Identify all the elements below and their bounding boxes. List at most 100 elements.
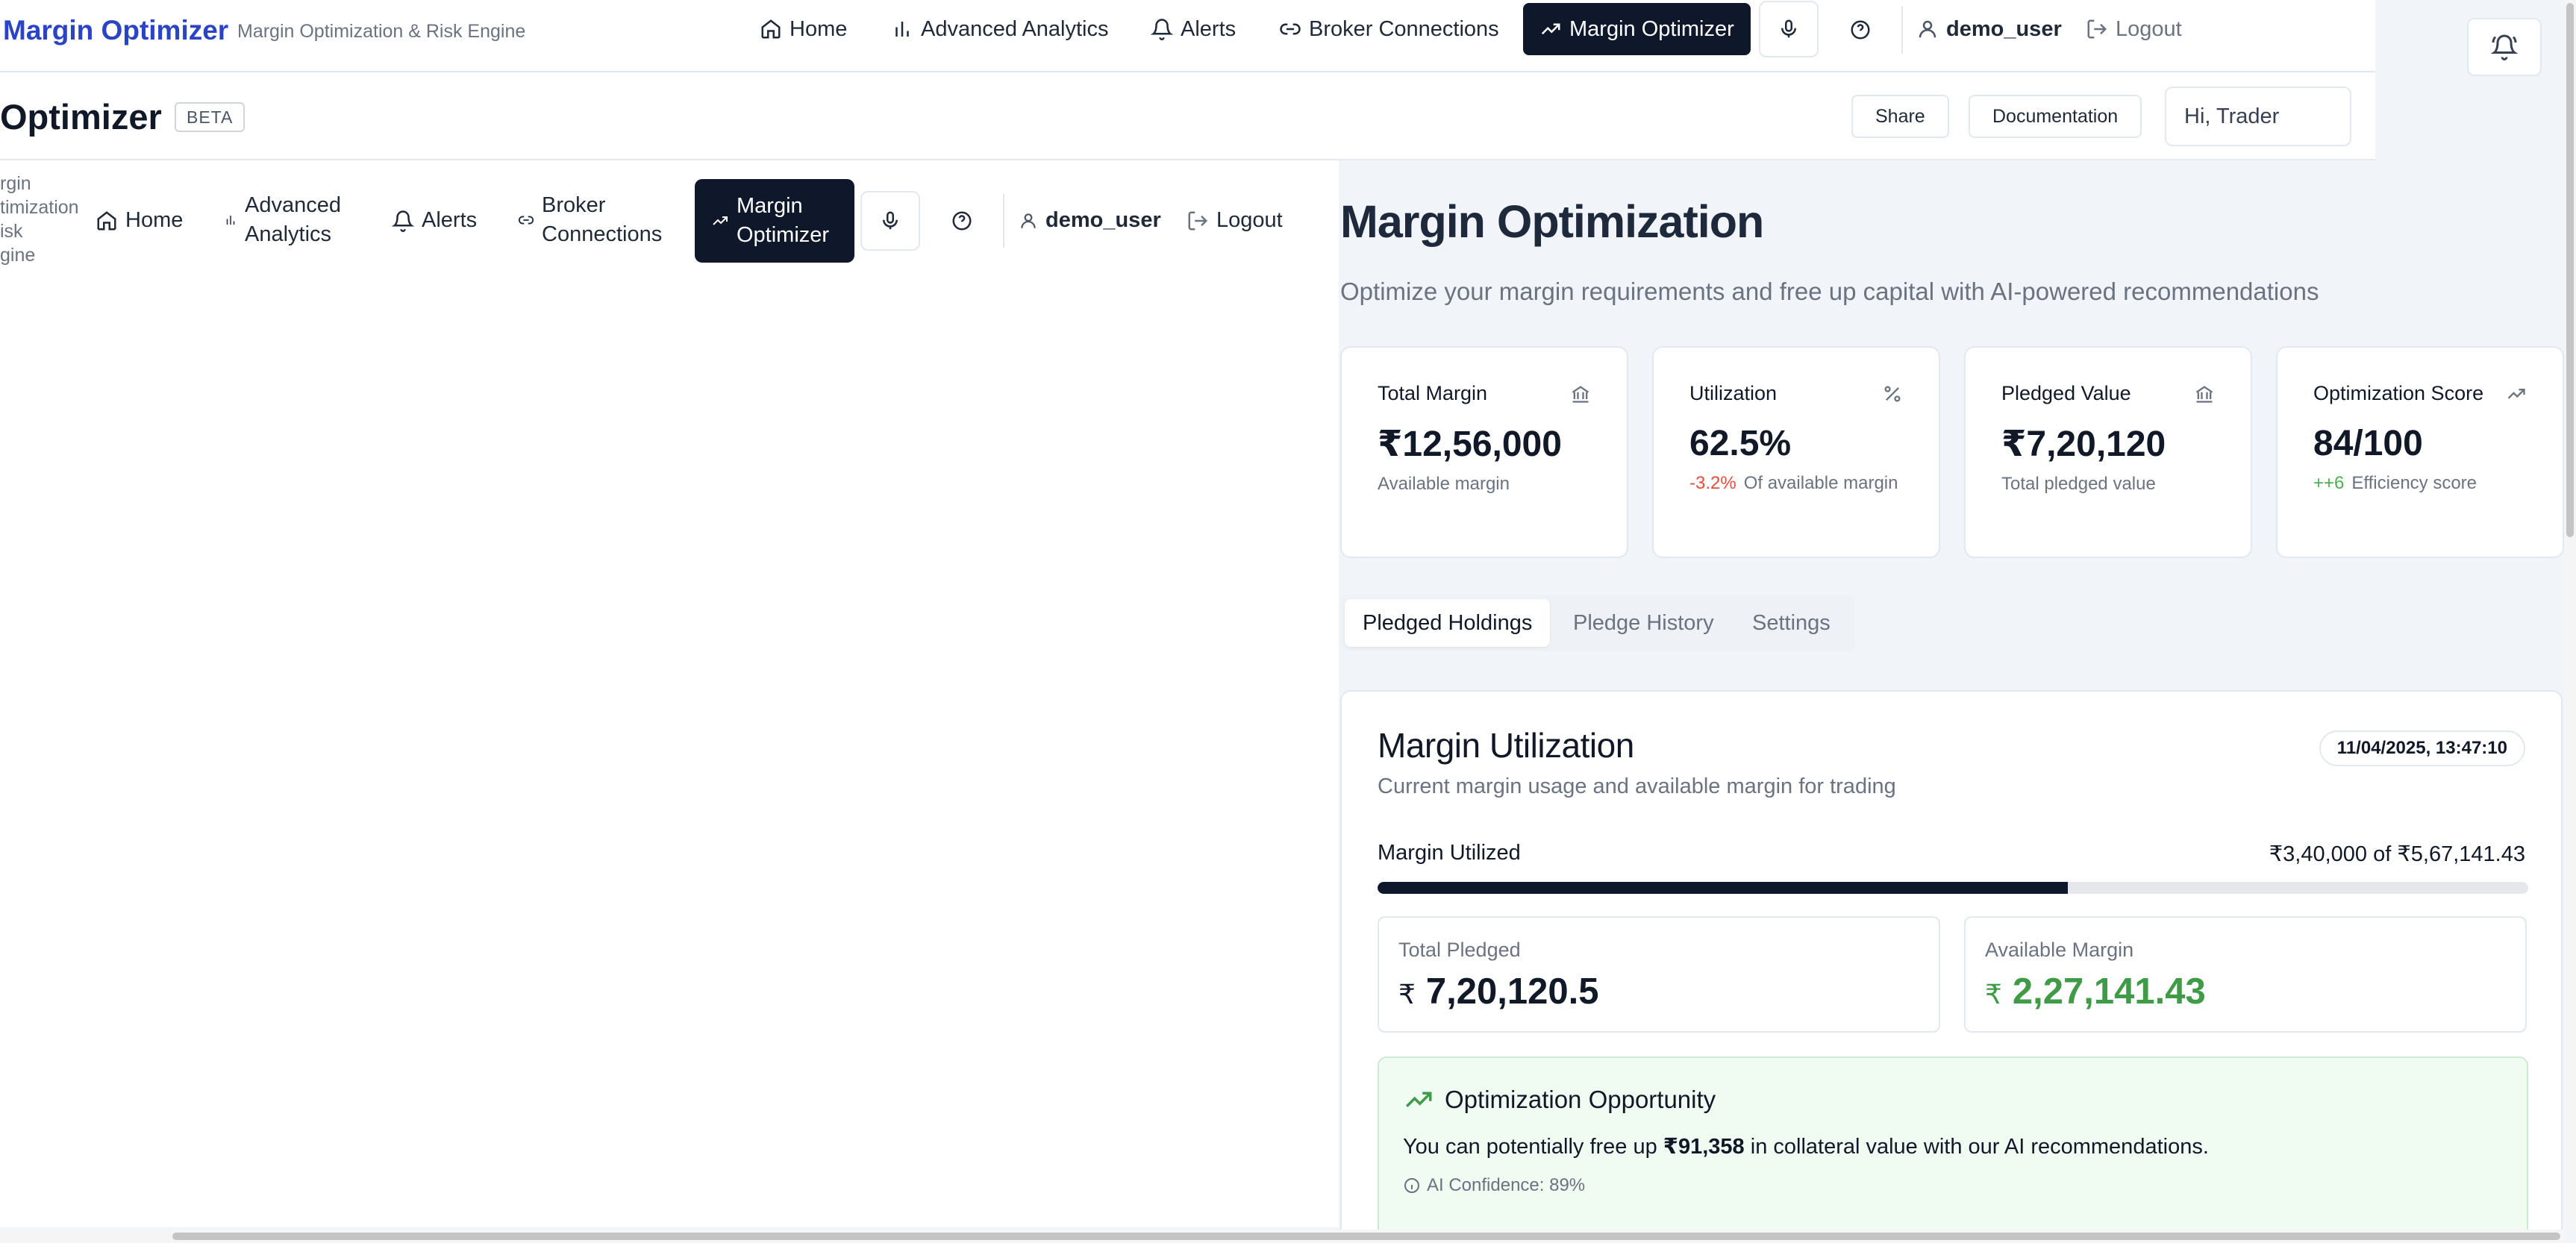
tab-list: Pledged Holdings Pledge History Settings <box>1340 595 1855 651</box>
stat-card-delta: -3.2% <box>1689 473 1736 493</box>
trending-up-icon <box>1406 1092 1432 1107</box>
nav-alerts[interactable]: Alerts <box>1151 3 1236 55</box>
horizontal-scrollbar-thumb[interactable] <box>172 1233 2560 1240</box>
left-nav-margin-optimizer[interactable]: Margin Optimizer <box>695 179 854 263</box>
help-circle-icon <box>1851 20 1870 40</box>
app-brand[interactable]: Margin Optimizer <box>3 15 228 46</box>
stat-card-delta: ++6 <box>2313 473 2345 493</box>
nav-username: demo_user <box>1946 16 2062 41</box>
horizontal-scrollbar[interactable] <box>0 1230 2564 1243</box>
trending-up-icon <box>2507 388 2525 399</box>
help-circle-icon <box>952 211 972 231</box>
left-nav-broker-connections-label: Broker Connections <box>542 193 663 246</box>
stat-card-title: Total Margin <box>1378 382 1488 404</box>
tab-pledge-history[interactable]: Pledge History <box>1573 599 1714 647</box>
panel-subtitle: Current margin usage and available margi… <box>1378 774 1896 798</box>
nav-broker-connections[interactable]: Broker Connections <box>1279 3 1499 55</box>
margin-utilization-panel: Margin Utilization Current margin usage … <box>1340 690 2563 1243</box>
margin-utilization-progress-fill <box>1378 882 2069 894</box>
left-nav-username: demo_user <box>1045 208 1161 232</box>
nav-margin-optimizer-label: Margin Optimizer <box>1569 16 1734 41</box>
beta-badge: BETA <box>175 102 246 132</box>
optimization-opportunity-box: Optimization Opportunity You can potenti… <box>1378 1056 2528 1242</box>
stat-card-title: Optimization Score <box>2313 382 2484 404</box>
trending-up-icon <box>713 216 728 225</box>
left-nav-logout-label: Logout <box>1216 208 1283 232</box>
tab-settings[interactable]: Settings <box>1752 599 1831 647</box>
panel-title: Margin Utilization <box>1378 726 1634 765</box>
nav-home[interactable]: Home <box>760 3 847 55</box>
left-nav-user[interactable]: demo_user <box>1019 206 1161 235</box>
notifications-button[interactable] <box>2467 18 2542 76</box>
help-button[interactable] <box>1845 15 1875 45</box>
microphone-icon <box>1781 19 1796 38</box>
stat-card-value: ₹7,20,120 <box>2001 425 2166 464</box>
bell-icon <box>392 210 414 232</box>
bar-chart-icon <box>895 22 909 37</box>
stat-card-total-margin: Total Margin ₹12,56,000 Available margin <box>1340 346 1628 558</box>
timestamp-badge: 11/04/2025, 13:47:10 <box>2319 730 2525 766</box>
stat-card-value: 84/100 <box>2313 424 2423 463</box>
nav-logout[interactable]: Logout <box>2086 3 2182 55</box>
stat-card-note: Available margin <box>1378 474 1510 494</box>
voice-button[interactable] <box>1759 1 1819 57</box>
nav-alerts-label: Alerts <box>1181 16 1237 41</box>
available-margin-currency: ₹ <box>1985 979 2002 1009</box>
total-pledged-box: Total Pledged ₹ 7,20,120.5 <box>1378 916 1940 1033</box>
nav-advanced-analytics[interactable]: Advanced Analytics <box>891 3 1108 55</box>
top-nav-bar: Margin Optimizer Margin Optimization & R… <box>0 0 2375 72</box>
tab-pledged-holdings[interactable]: Pledged Holdings <box>1345 599 1551 647</box>
left-voice-button[interactable] <box>860 191 920 251</box>
main-subtitle: Optimize your margin requirements and fr… <box>1340 278 2319 305</box>
link-icon <box>1280 23 1301 35</box>
opportunity-amount: ₹91,358 <box>1663 1135 1745 1159</box>
left-nav-alerts[interactable]: Alerts <box>392 206 477 235</box>
stat-card-pledged-value: Pledged Value ₹7,20,120 Total pledged va… <box>1964 346 2252 558</box>
total-pledged-label: Total Pledged <box>1398 939 1521 961</box>
vertical-scrollbar[interactable] <box>2564 0 2576 1230</box>
left-nav-alerts-label: Alerts <box>422 208 478 232</box>
left-nav-margin-optimizer-label: Margin Optimizer <box>737 194 830 247</box>
opportunity-text-after: in collateral value with our AI recommen… <box>1744 1135 2209 1159</box>
left-nav-advanced-analytics[interactable]: Advanced Analytics <box>224 191 341 249</box>
stat-card-title: Pledged Value <box>2001 382 2131 404</box>
link-icon <box>518 216 534 225</box>
nav-user[interactable]: demo_user <box>1916 3 2062 55</box>
bank-icon <box>2195 385 2213 403</box>
app-subtitle: Margin Optimization & Risk Engine <box>237 21 526 42</box>
nav-divider <box>1901 6 1903 54</box>
share-button[interactable]: Share <box>1851 95 1949 138</box>
vertical-scrollbar-thumb[interactable] <box>2566 3 2574 537</box>
left-nav-broker-connections[interactable]: Broker Connections <box>518 191 662 249</box>
margin-utilization-progress <box>1378 882 2528 894</box>
logout-icon <box>1188 211 1208 230</box>
opportunity-text: You can potentially free up ₹91,358 in c… <box>1403 1133 2209 1159</box>
opportunity-text-before: You can potentially free up <box>1403 1135 1663 1159</box>
documentation-button[interactable]: Documentation <box>1969 95 2142 138</box>
left-nav-home[interactable]: Home <box>96 206 183 235</box>
percent-icon <box>1884 386 1901 401</box>
available-margin-value: 2,27,141.43 <box>2012 971 2206 1012</box>
left-nav-home-label: Home <box>125 208 184 232</box>
nav-advanced-analytics-label: Advanced Analytics <box>921 16 1109 41</box>
nav-margin-optimizer[interactable]: Margin Optimizer <box>1523 3 1751 55</box>
left-nav-advanced-analytics-label: Advanced Analytics <box>245 193 341 246</box>
stat-card-note: Of available margin <box>1743 473 1898 493</box>
left-nav-logout[interactable]: Logout <box>1187 206 1283 235</box>
nav-home-label: Home <box>790 16 848 41</box>
bar-chart-icon <box>226 216 235 225</box>
greeting-menu[interactable]: Hi, Trader <box>2165 87 2351 146</box>
home-icon <box>761 19 781 39</box>
stat-card-value: ₹12,56,000 <box>1378 425 1562 464</box>
left-nav-divider <box>1003 194 1004 248</box>
home-icon <box>97 210 116 230</box>
ai-confidence: AI Confidence: 89% <box>1427 1175 1586 1195</box>
stat-card-note: Total pledged value <box>2001 474 2156 494</box>
page-title: Optimizer <box>0 97 162 137</box>
stat-card-value: 62.5% <box>1689 424 1792 463</box>
trending-up-icon <box>1541 23 1560 35</box>
left-help-button[interactable] <box>947 206 977 236</box>
stat-card-utilization: Utilization 62.5% -3.2% Of available mar… <box>1652 346 1940 558</box>
margin-utilized-value: ₹3,40,000 of ₹5,67,141.43 <box>2269 842 2525 866</box>
left-pane <box>0 160 1339 1227</box>
